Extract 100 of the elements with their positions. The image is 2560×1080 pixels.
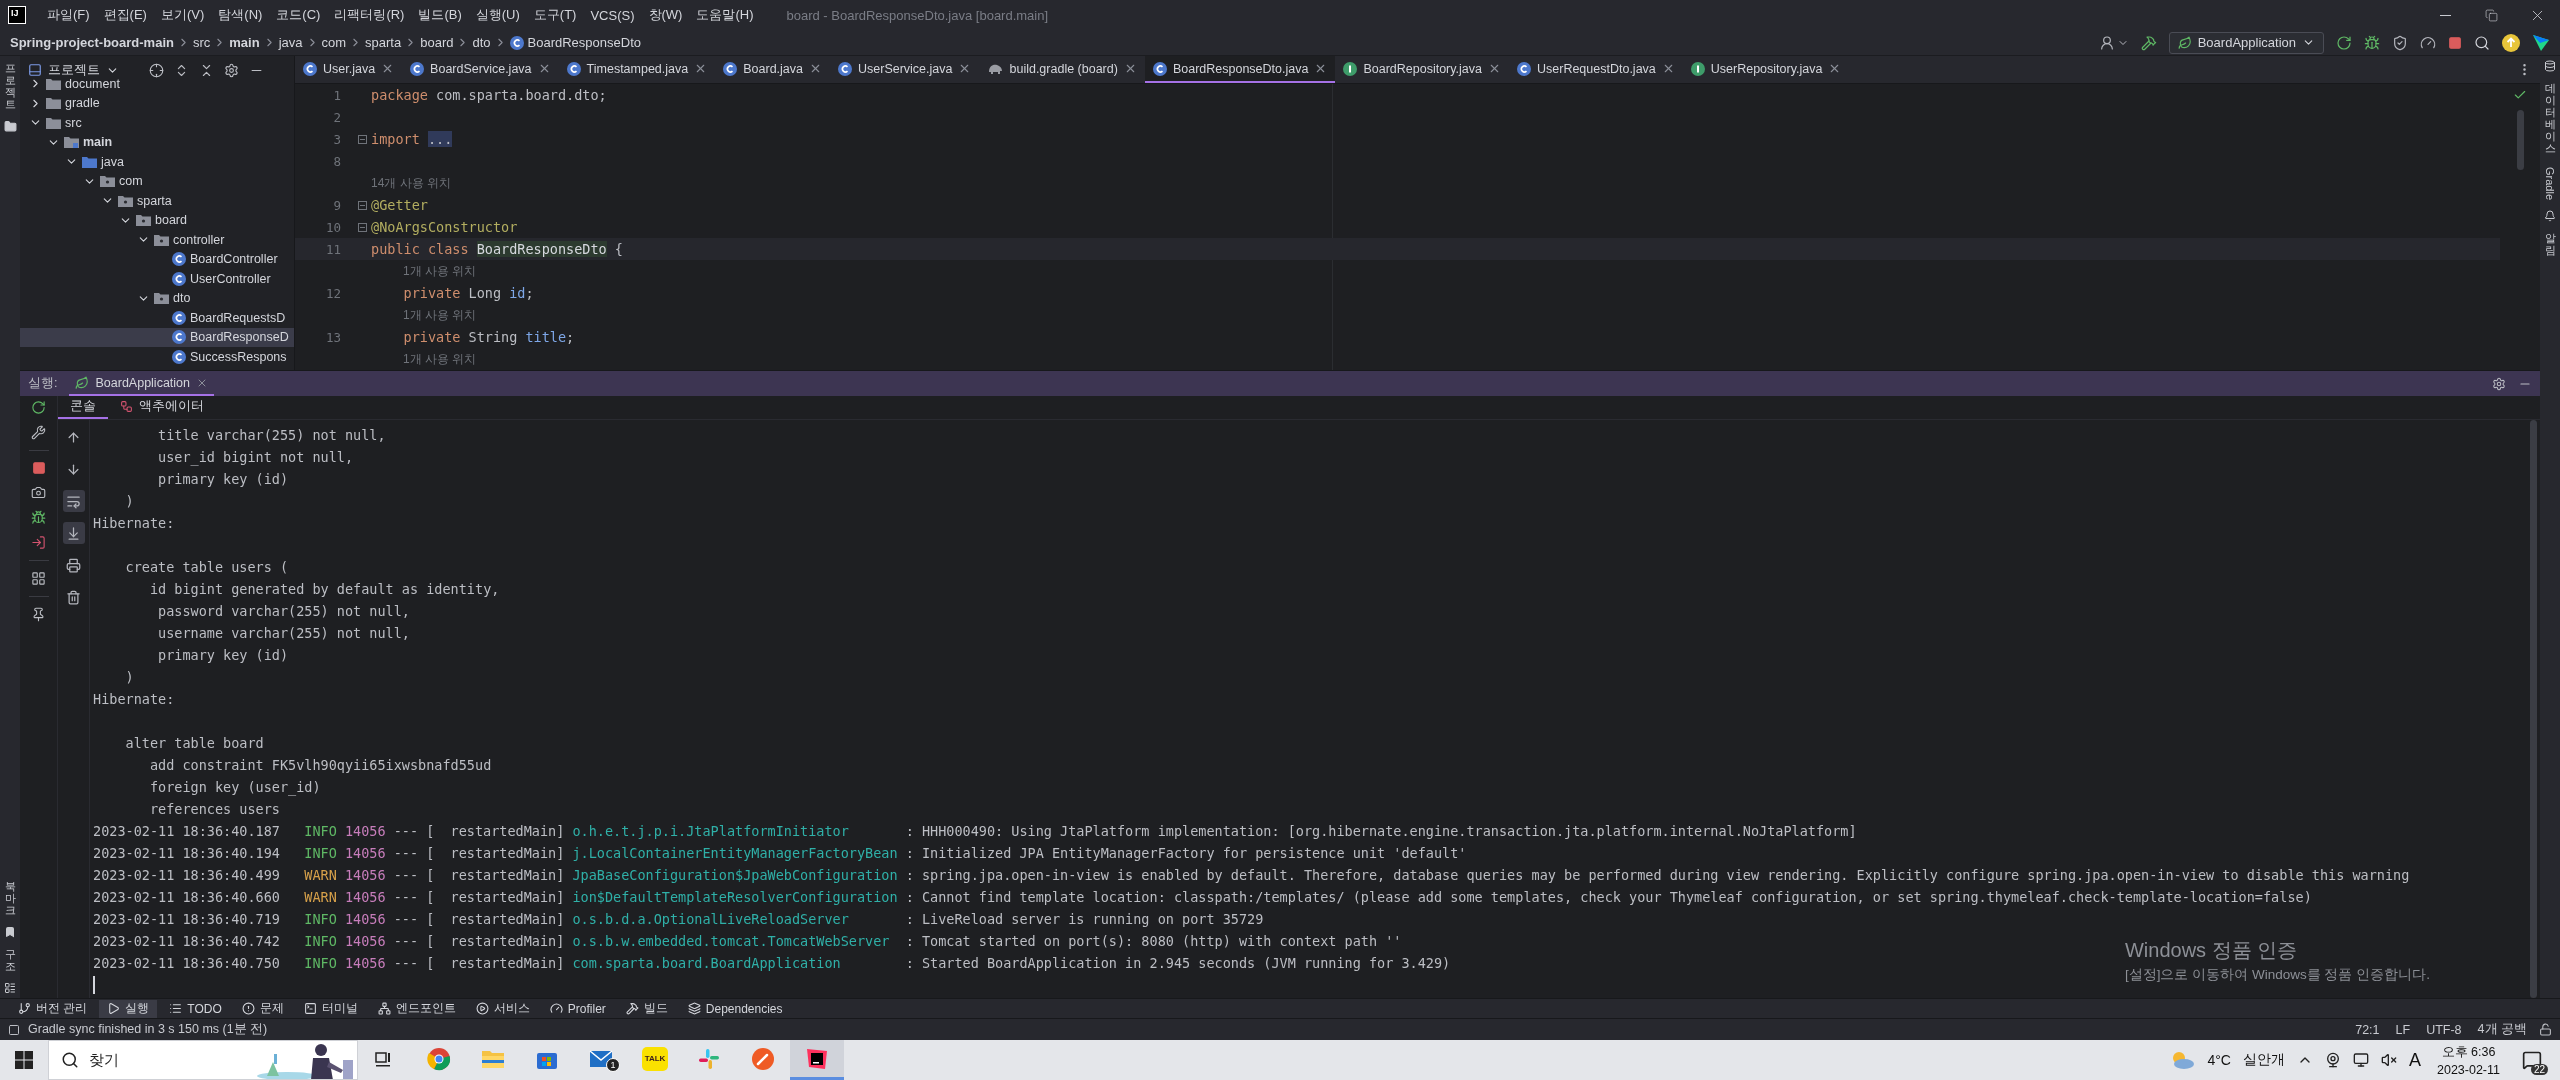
menu-item[interactable]: 도움말(H)	[689, 6, 761, 24]
breadcrumb-item[interactable]: Spring-project-board-main	[10, 35, 174, 50]
folder-icon[interactable]	[3, 120, 17, 134]
pin-icon[interactable]	[31, 607, 46, 622]
tree-item[interactable]: dto	[20, 288, 294, 308]
database-icon[interactable]	[2544, 60, 2556, 72]
notifications-tool-label[interactable]: 알림	[2544, 229, 2556, 258]
tree-item[interactable]: controller	[20, 230, 294, 250]
database-tool-label[interactable]: 데이터베이스	[2544, 80, 2556, 157]
mute-icon[interactable]	[2380, 1052, 2397, 1068]
clock[interactable]: 오후 6:36 2023-02-11	[2437, 1043, 2500, 1077]
console-tab[interactable]: 액추에이터	[108, 396, 216, 419]
menu-item[interactable]: 코드(C)	[269, 6, 328, 24]
editor-tab[interactable]: BoardRepository.java	[1335, 56, 1509, 83]
fold-icon[interactable]	[357, 200, 367, 210]
editor-tab[interactable]: BoardService.java	[402, 56, 559, 83]
gradle-tool-label[interactable]: Gradle	[2543, 164, 2557, 202]
input-method[interactable]: A	[2408, 1049, 2421, 1071]
tree-item[interactable]: gradle	[20, 93, 294, 113]
build-icon[interactable]	[2140, 34, 2157, 51]
settings-icon[interactable]	[224, 62, 239, 78]
tool-window-button[interactable]: 실행	[99, 999, 158, 1018]
tool-window-button[interactable]: Dependencies	[679, 999, 791, 1018]
breadcrumb-item[interactable]: main	[229, 35, 260, 50]
usage-hint[interactable]: 1개 사용 위치	[403, 350, 477, 368]
menu-item[interactable]: VCS(S)	[583, 7, 642, 23]
usage-hint[interactable]: 1개 사용 위치	[403, 306, 477, 324]
weather-condition[interactable]: 실안개	[2242, 1051, 2285, 1069]
editor-tab[interactable]: UserService.java	[830, 56, 980, 83]
network-icon[interactable]	[2352, 1052, 2369, 1068]
rerun-icon[interactable]	[31, 400, 46, 415]
menu-item[interactable]: 편집(E)	[96, 6, 154, 24]
editor-tab[interactable]: UserRequestDto.java	[1509, 56, 1683, 83]
logo-icon[interactable]	[2532, 33, 2550, 52]
panel-icon[interactable]	[8, 1023, 20, 1036]
wrench-icon[interactable]	[31, 425, 46, 440]
tool-window-button[interactable]: Profiler	[541, 999, 614, 1018]
search-icon[interactable]	[2474, 34, 2490, 51]
menu-item[interactable]: 탐색(N)	[211, 6, 270, 24]
taskbar-app[interactable]	[790, 1040, 844, 1080]
tool-window-button[interactable]: TODO	[161, 999, 230, 1018]
menu-item[interactable]: 도구(T)	[526, 6, 584, 24]
file-encoding[interactable]: UTF-8	[2422, 1022, 2466, 1037]
rerun-icon[interactable]	[2336, 34, 2352, 51]
exit-icon[interactable]	[31, 535, 46, 550]
stop-icon[interactable]	[31, 461, 46, 475]
menu-item[interactable]: 보기(V)	[153, 6, 212, 24]
editor-tab[interactable]: build.gradle (board)	[979, 56, 1145, 83]
line-ending[interactable]: LF	[2391, 1022, 2415, 1037]
tree-item[interactable]: SuccessRespons	[20, 347, 294, 367]
tree-item[interactable]: UserController	[20, 269, 294, 289]
tree-item[interactable]: com	[20, 171, 294, 191]
tool-window-button[interactable]: 엔드포인트	[369, 999, 464, 1018]
tree-item[interactable]: BoardRequestsD	[20, 308, 294, 328]
breadcrumb-item[interactable]: sparta	[365, 35, 402, 50]
settings-icon[interactable]	[2492, 376, 2506, 391]
tree-item[interactable]: board	[20, 210, 294, 230]
search-field[interactable]: 찾기	[48, 1040, 358, 1080]
notification-button[interactable]: 22	[2512, 1040, 2552, 1080]
breadcrumb-item[interactable]: board	[420, 35, 454, 50]
structure-tool-label[interactable]: 구조	[4, 945, 16, 974]
breadcrumb-item[interactable]: dto	[472, 35, 491, 50]
update-icon[interactable]	[2502, 33, 2520, 52]
bookmarks-tool-label[interactable]: 북마크	[4, 877, 16, 918]
tree-item[interactable]: src	[20, 113, 294, 133]
bookmark-icon[interactable]	[4, 925, 16, 938]
usage-hint[interactable]: 14개 사용 위치	[371, 174, 451, 192]
editor-tab[interactable]: Timestamped.java	[558, 56, 716, 83]
tool-window-button[interactable]: 문제	[233, 999, 292, 1018]
debug-icon[interactable]	[31, 510, 46, 525]
taskbar-app[interactable]: TALK	[628, 1040, 682, 1080]
menu-item[interactable]: 리팩터링(R)	[327, 6, 412, 24]
camera-icon[interactable]	[31, 485, 46, 500]
close-icon[interactable]	[1488, 62, 1501, 75]
structure-icon[interactable]	[4, 982, 16, 994]
menu-item[interactable]: 창(W)	[641, 6, 690, 24]
scrollbar[interactable]	[2529, 420, 2537, 998]
project-tool-label[interactable]: 프로젝트	[4, 60, 16, 113]
profile-icon[interactable]	[2420, 34, 2436, 51]
fold-icon[interactable]	[357, 222, 367, 232]
layout-icon[interactable]	[31, 571, 46, 586]
camera-icon[interactable]	[2324, 1052, 2341, 1068]
usage-hint[interactable]: 1개 사용 위치	[403, 262, 477, 280]
coverage-icon[interactable]	[2392, 34, 2408, 51]
run-config-dropdown[interactable]: BoardApplication	[2168, 31, 2324, 54]
scroll-to-end-button[interactable]	[62, 522, 85, 544]
editor-tab[interactable]: BoardResponseDto.java	[1144, 56, 1336, 83]
stop-icon[interactable]	[2448, 35, 2462, 50]
close-icon[interactable]	[809, 62, 822, 75]
breadcrumb-item[interactable]: java	[278, 35, 303, 50]
project-view-dropdown[interactable]: 프로젝트	[28, 61, 119, 79]
breadcrumb-item[interactable]: BoardResponseDto	[509, 35, 641, 50]
temperature[interactable]: 4°C	[2207, 1052, 2231, 1068]
menu-item[interactable]: 빌드(B)	[411, 6, 469, 24]
menu-item[interactable]: 파일(F)	[40, 6, 97, 24]
editor-tab[interactable]: Board.java	[715, 56, 830, 83]
soft-wrap-button[interactable]	[62, 490, 85, 512]
tree-item[interactable]: sparta	[20, 191, 294, 211]
tree-item[interactable]: BoardController	[20, 249, 294, 269]
tool-window-button[interactable]: 빌드	[617, 999, 676, 1018]
